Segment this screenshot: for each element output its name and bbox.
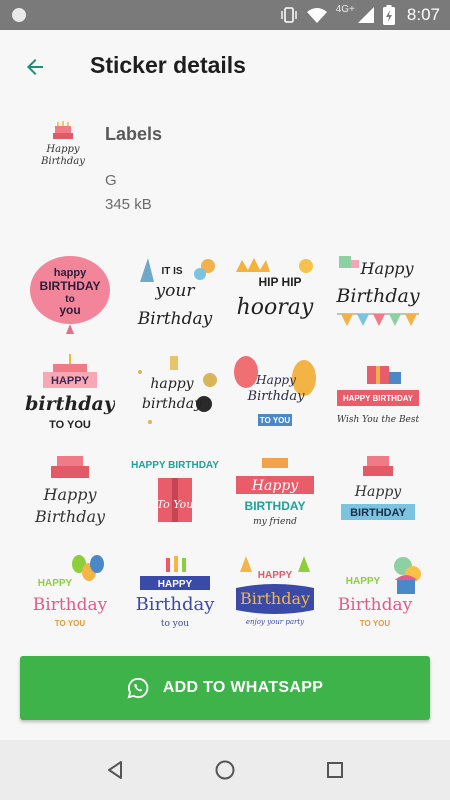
sticker-12[interactable]: Happy BIRTHDAY bbox=[333, 452, 423, 542]
sticker-5[interactable]: HAPPY birthday TO YOU bbox=[25, 352, 115, 442]
sticker-11-text-3: my friend bbox=[253, 517, 297, 527]
vibrate-icon bbox=[281, 7, 297, 23]
sticker-15[interactable]: HAPPY Birthday enjoy your party bbox=[230, 552, 320, 642]
sticker-1-text-2: BIRTHDAY bbox=[40, 279, 101, 293]
sticker-7-text-3: TO YOU bbox=[260, 416, 291, 425]
sticker-16-text-1: HAPPY bbox=[346, 576, 381, 587]
sticker-13-text-2: Birthday bbox=[33, 595, 108, 615]
sticker-grid: happy BIRTHDAY to you IT IS your Birthda… bbox=[0, 236, 450, 646]
sticker-8-text-2: Wish You the Best bbox=[337, 415, 420, 425]
sticker-15-text-3: enjoy your party bbox=[246, 618, 305, 626]
nav-back-button[interactable] bbox=[95, 750, 135, 790]
back-button[interactable] bbox=[18, 50, 52, 84]
app-bar: Sticker details bbox=[0, 30, 450, 106]
sticker-4-text-2: Birthday bbox=[335, 285, 419, 307]
signal-icon bbox=[357, 7, 374, 23]
sticker-9[interactable]: Happy Birthday bbox=[25, 452, 115, 542]
sticker-16-text-2: Birthday bbox=[338, 595, 413, 615]
wifi-icon bbox=[306, 8, 327, 23]
footer: ADD TO WHATSAPP bbox=[0, 646, 450, 740]
pack-publisher: G bbox=[105, 172, 117, 189]
sticker-9-text-2: Birthday bbox=[34, 507, 106, 526]
sticker-13[interactable]: HAPPY Birthday TO YOU bbox=[25, 552, 115, 642]
add-to-whatsapp-label: ADD TO WHATSAPP bbox=[162, 679, 324, 696]
sticker-8-text-1: HAPPY BIRTHDAY bbox=[343, 394, 414, 403]
system-nav-bar bbox=[0, 740, 450, 800]
sticker-6-text-1: happy bbox=[150, 376, 194, 392]
clock: 8:07 bbox=[406, 5, 440, 24]
sticker-5-text-2: birthday bbox=[25, 393, 115, 415]
page-title: Sticker details bbox=[90, 52, 246, 78]
sticker-1-text-1: happy bbox=[54, 267, 87, 279]
sticker-4[interactable]: Happy Birthday bbox=[333, 252, 423, 342]
sticker-16[interactable]: HAPPY Birthday TO YOU bbox=[333, 552, 423, 642]
nav-back-icon bbox=[108, 761, 122, 779]
status-icons: 4G+ 8:07 bbox=[280, 0, 440, 30]
arrow-back-icon bbox=[27, 59, 43, 75]
nav-home-icon bbox=[215, 760, 235, 780]
sticker-1-text-4: you bbox=[59, 303, 80, 317]
sticker-14-text-3: to you bbox=[161, 619, 189, 629]
sticker-2-text-3: Birthday bbox=[137, 309, 213, 329]
sticker-10[interactable]: HAPPY BIRTHDAY To You bbox=[130, 452, 220, 542]
add-to-whatsapp-button[interactable]: ADD TO WHATSAPP bbox=[20, 656, 430, 720]
nav-recents-button[interactable] bbox=[315, 750, 355, 790]
sticker-13-text-3: TO YOU bbox=[55, 619, 86, 628]
status-bar: 4G+ 8:07 bbox=[0, 0, 450, 30]
pack-thumb-text-2: Birthday bbox=[40, 156, 85, 167]
sticker-2[interactable]: IT IS your Birthday bbox=[130, 252, 220, 342]
notification-dot-icon bbox=[12, 8, 26, 22]
sticker-11-text-1: Happy bbox=[251, 478, 299, 494]
nav-home-button[interactable] bbox=[205, 750, 245, 790]
pack-tray-icon: Happy Birthday bbox=[36, 120, 90, 174]
sticker-6[interactable]: happy birthday bbox=[130, 352, 220, 442]
sticker-7-text-1: Happy bbox=[255, 373, 296, 387]
pack-name: Labels bbox=[105, 124, 163, 144]
sticker-12-text-2: BIRTHDAY bbox=[350, 507, 406, 519]
nav-recents-icon bbox=[327, 762, 343, 778]
sticker-3[interactable]: HIP HIP hooray bbox=[230, 252, 320, 342]
pack-size: 345 kB bbox=[105, 196, 152, 213]
sticker-5-text-3: TO YOU bbox=[49, 419, 91, 431]
sticker-8[interactable]: HAPPY BIRTHDAY Wish You the Best bbox=[333, 352, 423, 442]
sticker-6-text-2: birthday bbox=[142, 396, 203, 412]
sticker-11[interactable]: Happy BIRTHDAY my friend bbox=[230, 452, 320, 542]
sticker-11-text-2: BIRTHDAY bbox=[245, 499, 306, 513]
sticker-14-text-1: HAPPY bbox=[158, 579, 193, 590]
network-type: 4G+ bbox=[335, 3, 355, 15]
sticker-14-text-2: Birthday bbox=[136, 594, 216, 615]
sticker-14[interactable]: HAPPY Birthday to you bbox=[130, 552, 220, 642]
sticker-1[interactable]: happy BIRTHDAY to you bbox=[25, 252, 115, 342]
pack-header: Happy Birthday Labels G 345 kB bbox=[0, 106, 450, 236]
sticker-2-text-2: your bbox=[155, 281, 196, 301]
sticker-10-text-2: To You bbox=[157, 498, 194, 511]
sticker-5-text-1: HAPPY bbox=[51, 375, 90, 387]
sticker-12-text-1: Happy bbox=[354, 484, 402, 500]
sticker-10-text-1: HAPPY BIRTHDAY bbox=[131, 460, 219, 471]
sticker-4-text-1: Happy bbox=[359, 259, 414, 278]
whatsapp-icon bbox=[127, 677, 149, 699]
sticker-7-text-2: Birthday bbox=[247, 389, 306, 404]
sticker-9-text-1: Happy bbox=[42, 485, 97, 504]
sticker-13-text-1: HAPPY bbox=[38, 578, 73, 589]
sticker-3-text-2: hooray bbox=[237, 295, 314, 320]
pack-thumb-text-1: Happy bbox=[45, 144, 79, 155]
sticker-3-text-1: HIP HIP bbox=[258, 275, 301, 289]
sticker-15-text-1: HAPPY bbox=[258, 570, 293, 581]
sticker-16-text-3: TO YOU bbox=[360, 619, 391, 628]
sticker-2-text-1: IT IS bbox=[161, 266, 182, 277]
sticker-15-text-2: Birthday bbox=[240, 589, 310, 608]
sticker-7[interactable]: Happy Birthday TO YOU bbox=[230, 352, 320, 442]
battery-charging-icon bbox=[382, 5, 395, 25]
